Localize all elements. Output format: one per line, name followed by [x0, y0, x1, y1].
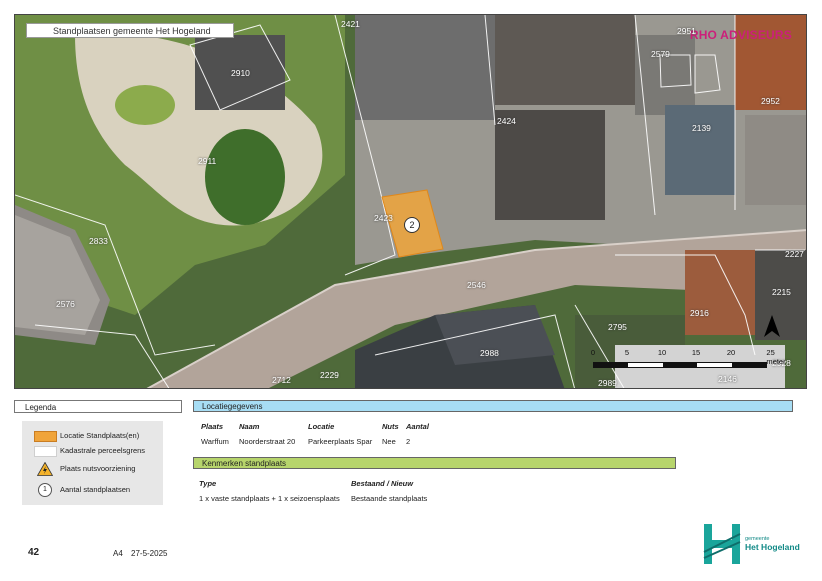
col-header-aantal: Aantal	[406, 422, 429, 431]
parcel-label: 2712	[272, 375, 291, 385]
cell-naam: Noorderstraat 20	[239, 437, 296, 446]
count-circle-icon: 1	[38, 483, 52, 497]
cell-bestaand-nieuw: Bestaande standplaats	[351, 494, 428, 503]
parcel-label: 2576	[56, 299, 75, 309]
parcel-label: 2424	[497, 116, 516, 126]
location-header: Locatiegegevens	[193, 400, 793, 412]
white-swatch-icon	[34, 446, 57, 457]
cell-locatie: Parkeerplaats Spar	[308, 437, 373, 446]
scale-tick: 5	[624, 348, 630, 357]
date: 27-5-2025	[131, 549, 168, 558]
logo-big-text: Het Hogeland	[745, 542, 800, 552]
parcel-label: 2423	[374, 213, 393, 223]
legend-panel: Locatie Standplaats(en) Kadastrale perce…	[22, 421, 163, 505]
parcel-label: 2579	[651, 49, 670, 59]
parcel-label: 2795	[608, 322, 627, 332]
map-imagery	[15, 15, 806, 388]
legend-label: Aantal standplaatsen	[60, 485, 131, 494]
cell-aantal: 2	[406, 437, 411, 446]
aerial-map[interactable]: Standplaatsen gemeente Het Hogeland RHO …	[14, 14, 807, 389]
scale-unit-label: 25 meter	[766, 348, 786, 366]
parcel-label: 2215	[772, 287, 791, 297]
parcel-label: 2952	[761, 96, 780, 106]
parcel-label: 2911	[198, 156, 217, 166]
scale-bar-graphic	[593, 362, 767, 368]
scale-tick: 10	[657, 348, 667, 357]
legend-title: Legenda	[14, 400, 182, 413]
parcel-label: 2916	[690, 308, 709, 318]
parcel-label: 2229	[320, 370, 339, 380]
parcel-label: 2421	[341, 19, 360, 29]
col-header-bestaand-nieuw: Bestaand / Nieuw	[351, 479, 414, 488]
parcel-label: 2139	[692, 123, 711, 133]
orange-swatch-icon	[34, 431, 57, 442]
parcel-label: 2951	[677, 26, 696, 36]
cell-nuts: Nee	[382, 437, 396, 446]
cell-type: 1 x vaste standplaats + 1 x seizoensplaa…	[199, 494, 340, 503]
col-header-type: Type	[199, 479, 217, 488]
site-count-marker[interactable]: 2	[404, 217, 420, 233]
legend-label: Plaats nutsvoorziening	[60, 464, 136, 473]
parcel-label: 2910	[231, 68, 250, 78]
logo-text: gemeente Het Hogeland	[745, 536, 800, 552]
paper-size: A4	[113, 549, 123, 558]
scale-tick: 0	[590, 348, 596, 357]
warning-electric-icon	[37, 462, 53, 476]
col-header-naam: Naam	[239, 422, 260, 431]
characteristics-header: Kenmerken standplaats	[193, 457, 676, 469]
parcel-label: 2227	[785, 249, 804, 259]
col-header-plaats: Plaats	[201, 422, 224, 431]
het-hogeland-logo-icon	[702, 522, 742, 566]
map-title: Standplaatsen gemeente Het Hogeland	[26, 23, 234, 38]
scale-tick: 15	[691, 348, 701, 357]
col-header-locatie: Locatie	[308, 422, 335, 431]
page-number: 42	[28, 547, 40, 558]
parcel-label: 2989	[598, 378, 617, 388]
parcel-label: 2546	[467, 280, 486, 290]
legend-label: Kadastrale perceelsgrens	[60, 446, 146, 455]
north-arrow-icon	[764, 315, 780, 337]
legend-label: Locatie Standplaats(en)	[60, 431, 140, 440]
cell-plaats: Warffum	[201, 437, 229, 446]
scale-tick: 20	[726, 348, 736, 357]
parcel-label: 2146	[718, 374, 737, 384]
col-header-nuts: Nuts	[382, 422, 399, 431]
scale-bar: 0 5 10 15 20 25 meter	[590, 348, 790, 374]
brand-logo: RHO ADVISEURS	[689, 28, 792, 42]
parcel-label: 2833	[89, 236, 108, 246]
parcel-label: 2988	[480, 348, 499, 358]
